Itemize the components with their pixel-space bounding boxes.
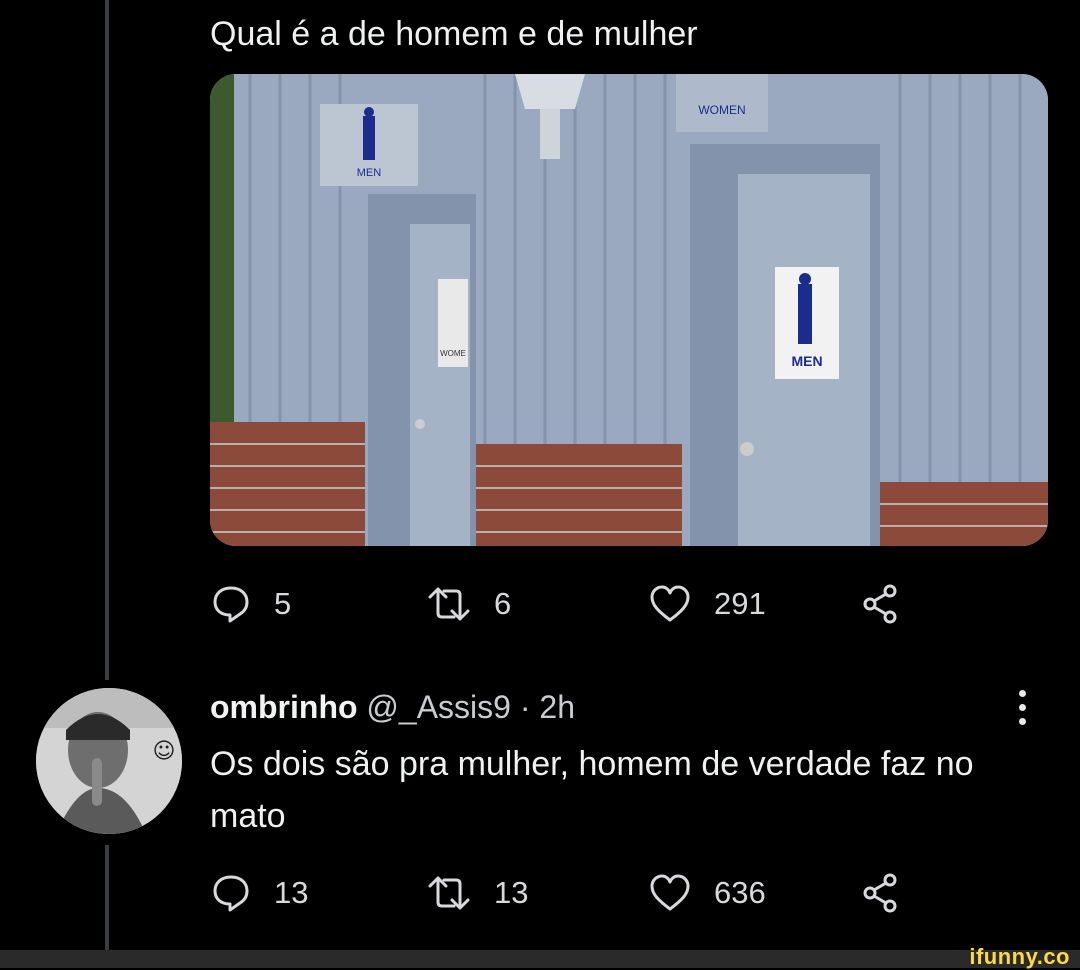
avatar[interactable]: ☺: [36, 688, 182, 834]
reply-count: 5: [274, 586, 292, 621]
retweet-button[interactable]: 6: [426, 582, 511, 626]
like-button[interactable]: 636: [648, 871, 766, 915]
tweet-text: Os dois são pra mulher, homem de verdade…: [210, 745, 974, 835]
retweet-icon: [426, 583, 472, 625]
share-button[interactable]: [860, 582, 904, 626]
reply-button[interactable]: 13: [210, 871, 308, 915]
share-icon: [860, 583, 904, 625]
tweet-actions: 13 13 636: [210, 871, 930, 915]
like-button[interactable]: 291: [648, 582, 766, 626]
sign-text-top-left: MEN: [357, 167, 382, 179]
tweet-header: ombrinho @_Assis9 · 2h: [210, 684, 575, 730]
retweet-icon: [426, 872, 472, 914]
retweet-count: 13: [494, 875, 529, 910]
svg-text:☺: ☺: [153, 739, 176, 764]
reply-button[interactable]: 5: [210, 582, 291, 626]
door-sign-text-right: MEN: [791, 353, 822, 369]
retweet-count: 6: [494, 586, 512, 621]
timestamp[interactable]: · 2h: [520, 689, 575, 725]
door-sign-text-left: WOME: [440, 349, 466, 358]
like-count: 636: [714, 875, 766, 910]
thread-line-bottom: [105, 845, 109, 950]
tweet-photo[interactable]: WOME MEN MEN WOMEN: [210, 74, 1048, 546]
like-count: 291: [714, 586, 766, 621]
thread-line-top: [105, 0, 109, 680]
reply-icon: [210, 872, 252, 914]
more-icon[interactable]: [1014, 690, 1030, 730]
like-icon: [648, 583, 692, 625]
sign-text-top-center: WOMEN: [698, 103, 745, 117]
user-handle[interactable]: @_Assis9: [366, 689, 511, 725]
display-name[interactable]: ombrinho: [210, 689, 358, 725]
watermark: ifunny.co: [969, 944, 1070, 969]
like-icon: [648, 872, 692, 914]
reply-count: 13: [274, 875, 309, 910]
share-button[interactable]: [860, 871, 904, 915]
tweet-actions: 5 6 291: [210, 582, 930, 626]
share-icon: [860, 872, 904, 914]
reply-icon: [210, 583, 252, 625]
tweet-text: Qual é a de homem e de mulher: [210, 15, 698, 53]
footer-bar: [0, 950, 1080, 968]
retweet-button[interactable]: 13: [426, 871, 528, 915]
